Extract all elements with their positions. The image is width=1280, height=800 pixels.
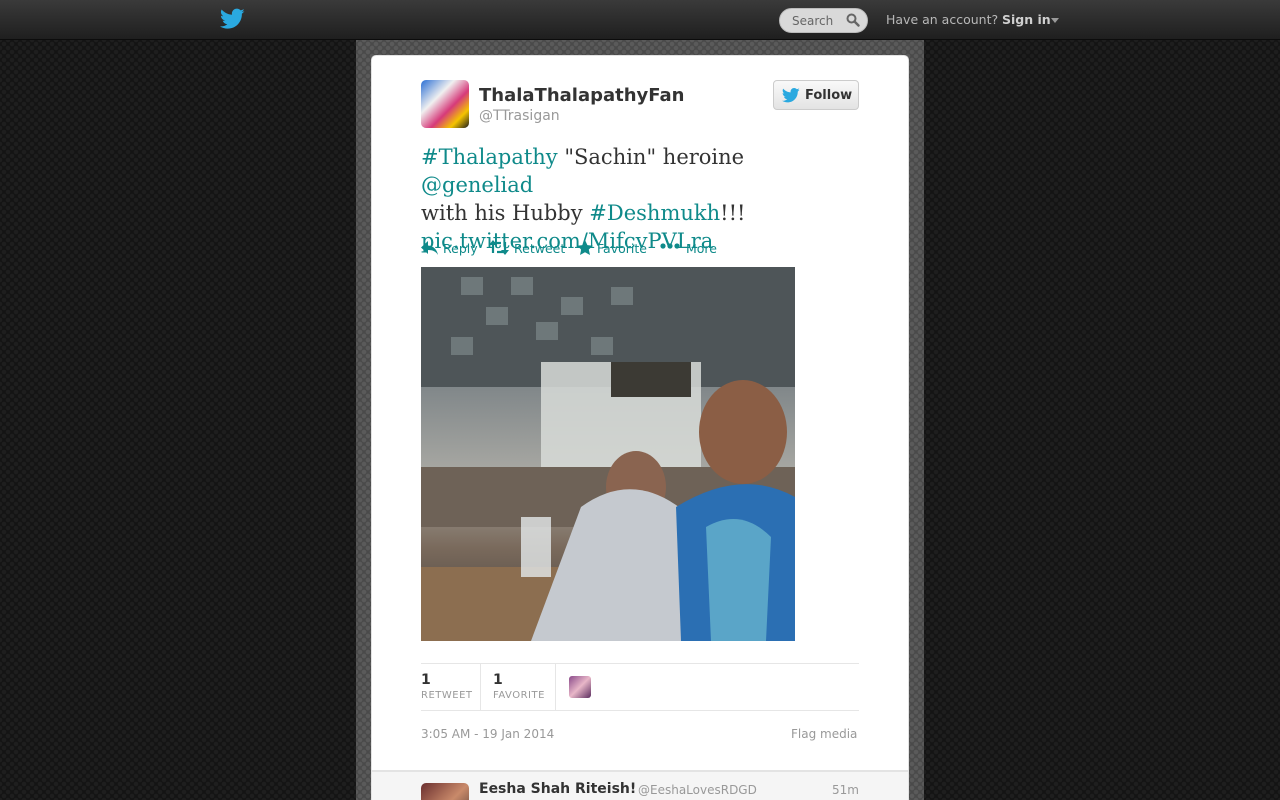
favorite-stat-label: FAVORITE [493, 690, 545, 701]
retweet-stat[interactable]: 1 RETWEET [421, 664, 480, 710]
hashtag-link[interactable]: #Thalapathy [421, 145, 558, 169]
reply-display-name[interactable]: Eesha Shah Riteish! [479, 781, 636, 797]
chevron-down-icon[interactable] [1051, 18, 1059, 23]
tweet-photo[interactable] [421, 267, 795, 641]
stat-divider [480, 664, 481, 710]
hashtag-link[interactable]: #Deshmukh [589, 201, 720, 225]
reply-user-handle[interactable]: @EeshaLovesRDGD [638, 783, 757, 797]
have-account-text: Have an account? [886, 12, 999, 27]
tweet-timestamp[interactable]: 3:05 AM - 19 Jan 2014 [421, 727, 554, 741]
retweet-label: Retweet [514, 241, 566, 256]
tweet-text: #Thalapathy "Sachin" heroine @geneliad wi… [421, 143, 861, 255]
retweet-stat-label: RETWEET [421, 690, 473, 701]
twitter-bird-icon[interactable] [220, 8, 245, 30]
favorite-count: 1 [493, 672, 503, 688]
tweet-stats: 1 RETWEET 1 FAVORITE [421, 663, 859, 711]
avatar[interactable] [421, 783, 469, 800]
reply-timestamp[interactable]: 51m [832, 783, 859, 797]
search-icon[interactable] [846, 13, 860, 27]
stat-divider [555, 664, 556, 710]
more-dots-icon [660, 243, 680, 249]
retweet-icon [489, 240, 509, 255]
tweet-text-part: with his Hubby [421, 201, 590, 225]
mention-link[interactable]: @geneliad [421, 173, 533, 197]
avatar[interactable] [569, 676, 591, 698]
reply-icon [421, 241, 438, 255]
photo-image [421, 267, 795, 641]
avatar[interactable] [421, 80, 469, 128]
tweet-text-part: "Sachin" heroine [557, 145, 745, 169]
twitter-bird-icon [782, 88, 800, 103]
follow-label: Follow [805, 88, 853, 103]
star-icon [577, 240, 593, 255]
favorite-label: Favorite [597, 241, 647, 256]
flag-media-link[interactable]: Flag media [791, 727, 857, 741]
tweet-text-part: !!! [720, 201, 746, 225]
display-name[interactable]: ThalaThalapathyFan [479, 85, 685, 106]
top-navigation-bar: Search Have an account? Sign in [0, 0, 1280, 40]
favorite-stat[interactable]: 1 FAVORITE [493, 664, 555, 710]
follow-button[interactable]: Follow [773, 80, 859, 110]
retweet-count: 1 [421, 672, 431, 688]
user-handle[interactable]: @TTrasigan [479, 108, 560, 124]
more-label: More [686, 241, 717, 256]
reply-label: Reply [443, 241, 478, 256]
sign-in-link[interactable]: Sign in [1002, 12, 1051, 27]
